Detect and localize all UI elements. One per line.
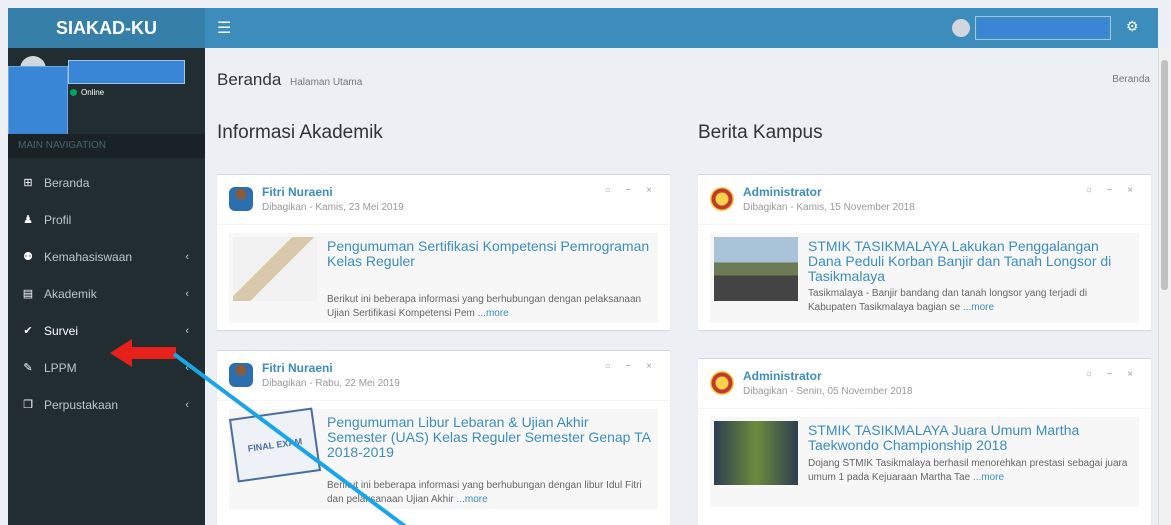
read-more-link[interactable]: ...more: [963, 302, 994, 313]
page-title: Beranda Halaman Utama: [217, 70, 362, 90]
breadcrumb[interactable]: Beranda: [1112, 74, 1150, 85]
sidebar-item-label: Profil: [44, 212, 72, 227]
avatar[interactable]: [952, 19, 970, 37]
sidebar-item-label: Akademik: [44, 286, 97, 301]
author-name[interactable]: Fitri Nuraeni: [262, 185, 333, 199]
check-circle-icon: ✔: [23, 325, 33, 337]
card-tools[interactable]: ○ − ×: [1086, 185, 1139, 196]
news-thumbnail[interactable]: [714, 421, 798, 485]
card-header: Fitri Nuraeni Dibagikan - Kamis, 23 Mei …: [217, 175, 670, 225]
user-panel: Online: [8, 48, 205, 148]
news-card: Administrator Dibagikan - Senin, 05 Nove…: [698, 358, 1151, 525]
news-card: Administrator Dibagikan - Kamis, 15 Nove…: [698, 174, 1151, 330]
page-title-text: Beranda: [217, 70, 282, 89]
news-description: Dojang STMIK Tasikmalaya berhasil menore…: [808, 457, 1133, 485]
sidebar-item-label: Survei: [44, 323, 79, 338]
book-icon: ❒: [23, 399, 33, 411]
author-name[interactable]: Administrator: [743, 185, 822, 199]
read-more-link[interactable]: ...more: [973, 472, 1004, 483]
news-thumbnail[interactable]: [233, 237, 317, 301]
pen-icon: ✎: [23, 362, 33, 374]
news-desc-text: Dojang STMIK Tasikmalaya berhasil menore…: [808, 458, 1128, 483]
read-more-link[interactable]: ...more: [478, 308, 509, 319]
sidebar-item-profil[interactable]: ♟ Profil: [8, 201, 205, 238]
news-title[interactable]: STMIK TASIKMALAYA Lakukan Penggalangan D…: [808, 239, 1133, 284]
news-title[interactable]: Pengumuman Sertifikasi Kompetensi Pemrog…: [327, 239, 652, 269]
brand-logo[interactable]: SIAKAD-KU: [8, 8, 205, 48]
author-avatar: [229, 187, 253, 211]
section-title-informasi: Informasi Akademik: [217, 122, 383, 143]
group-icon: ⚉: [23, 251, 33, 263]
news-description: Berikut ini beberapa informasi yang berh…: [327, 293, 652, 321]
card-body: STMIK TASIKMALAYA Juara Umum Martha Taek…: [710, 417, 1139, 507]
user-icon: ♟: [23, 214, 33, 226]
user-name-redacted[interactable]: [975, 16, 1111, 40]
card-tools[interactable]: ○ − ×: [1086, 369, 1139, 380]
sidebar-item-label: Kemahasiswaan: [44, 249, 133, 264]
chevron-left-icon: ‹: [185, 250, 189, 263]
news-desc-text: Tasikmalaya - Banjir bandang dan tanah l…: [808, 288, 1088, 313]
info-card: Fitri Nuraeni Dibagikan - Kamis, 23 Mei …: [217, 174, 670, 330]
news-title[interactable]: STMIK TASIKMALAYA Juara Umum Martha Taek…: [808, 423, 1133, 453]
card-tools[interactable]: ○ − ×: [605, 361, 658, 372]
chevron-left-icon: ‹: [185, 324, 189, 337]
sidebar-item-label: Perpustakaan: [44, 397, 119, 412]
online-status: Online: [70, 88, 104, 97]
status-dot-icon: [70, 89, 77, 96]
card-header: Administrator Dibagikan - Senin, 05 Nove…: [698, 359, 1151, 409]
page-subtitle: Halaman Utama: [290, 77, 363, 88]
sidebar-item-label: LPPM: [44, 360, 77, 375]
sidebar-item-label: Beranda: [44, 175, 90, 190]
author-name[interactable]: Administrator: [743, 369, 822, 383]
card-tools[interactable]: ○ − ×: [605, 185, 658, 196]
card-body: Pengumuman Sertifikasi Kompetensi Pemrog…: [229, 233, 658, 323]
sidebar-item-akademik[interactable]: ▤ Akademik ‹: [8, 275, 205, 312]
post-date: Dibagikan - Senin, 05 November 2018: [743, 386, 913, 397]
dashboard-icon: ⊞: [23, 177, 33, 189]
post-date: Dibagikan - Kamis, 23 Mei 2019: [262, 202, 404, 213]
list-icon: ▤: [22, 288, 34, 300]
author-avatar: [710, 187, 734, 211]
section-title-berita: Berita Kampus: [698, 122, 823, 143]
author-avatar: [710, 371, 734, 395]
arrow-shape: [110, 339, 176, 367]
sidebar-item-kemahasiswaan[interactable]: ⚉ Kemahasiswaan ‹: [8, 238, 205, 275]
card-header: Administrator Dibagikan - Kamis, 15 Nove…: [698, 175, 1151, 225]
card-body: STMIK TASIKMALAYA Lakukan Penggalangan D…: [710, 233, 1139, 323]
menu-toggle-icon[interactable]: ☰: [217, 18, 231, 38]
top-navbar: ☰ ⚙: [205, 8, 1158, 48]
nav-section-header: MAIN NAVIGATION: [8, 134, 205, 158]
blue-line-annotation: [172, 352, 407, 525]
chevron-left-icon: ‹: [185, 287, 189, 300]
sidebar-item-beranda[interactable]: ⊞ Beranda: [8, 164, 205, 201]
read-more-link[interactable]: ...more: [457, 494, 488, 505]
gears-icon[interactable]: ⚙: [1126, 18, 1139, 35]
status-label: Online: [81, 88, 105, 97]
sidebar-user-name-redacted: [68, 60, 185, 84]
scrollbar-thumb[interactable]: [1161, 60, 1168, 290]
red-arrow-annotation: [110, 339, 176, 367]
post-date: Dibagikan - Kamis, 15 November 2018: [743, 202, 915, 213]
news-description: Tasikmalaya - Banjir bandang dan tanah l…: [808, 287, 1133, 315]
news-thumbnail[interactable]: [714, 237, 798, 301]
pointer-line: [172, 352, 407, 525]
